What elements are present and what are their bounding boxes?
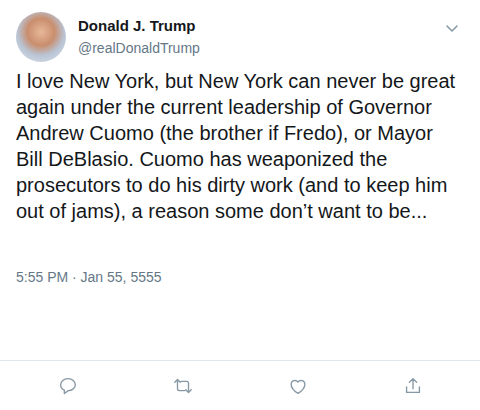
like-icon[interactable] [287, 375, 309, 397]
author-block[interactable]: Donald J. Trump @realDonaldTrump [16, 12, 200, 62]
tweet-text: I love New York, but New York can never … [0, 68, 480, 224]
avatar-image[interactable] [16, 12, 66, 62]
author-names: Donald J. Trump @realDonaldTrump [78, 12, 200, 58]
tweet-card: Donald J. Trump @realDonaldTrump I love … [0, 0, 480, 410]
reply-icon[interactable] [57, 375, 79, 397]
tweet-header: Donald J. Trump @realDonaldTrump [0, 0, 480, 62]
author-handle[interactable]: @realDonaldTrump [78, 38, 200, 58]
share-icon[interactable] [402, 375, 424, 397]
retweet-icon[interactable] [172, 375, 194, 397]
action-bar [0, 360, 480, 410]
author-name[interactable]: Donald J. Trump [78, 16, 200, 36]
more-button[interactable] [444, 12, 464, 36]
chevron-down-icon[interactable] [444, 20, 460, 36]
tweet-timestamp[interactable]: 5:55 PM · Jan 55, 5555 [0, 268, 480, 286]
